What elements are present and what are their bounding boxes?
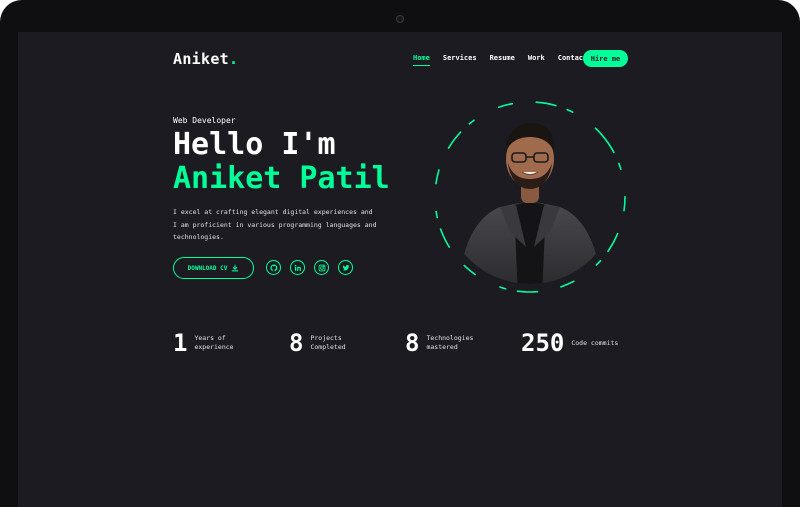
greeting-heading: Hello I'm: [173, 127, 336, 162]
hero-description: I excel at crafting elegant digital expe…: [173, 208, 377, 241]
webcam: [396, 15, 404, 23]
twitter-link[interactable]: [338, 260, 353, 275]
twitter-icon: [342, 264, 349, 271]
laptop-frame: Aniket. Home Services Resume Work Contac…: [0, 0, 800, 507]
instagram-icon: [318, 264, 325, 271]
stat-label: Code commits: [571, 338, 619, 347]
download-cv-label: DOWNLOAD CV: [187, 264, 228, 272]
github-link[interactable]: [266, 260, 281, 275]
profile-portrait-illustration: [434, 101, 626, 293]
linkedin-link[interactable]: [290, 260, 305, 275]
stat-label: Technologies mastered: [426, 334, 474, 351]
stat-projects: 8 Projects Completed: [289, 330, 362, 356]
stat-label: Projects Completed: [310, 334, 346, 351]
nav-services[interactable]: Services: [443, 54, 477, 66]
stat-experience: 1 Years of experience: [173, 330, 246, 356]
stat-number: 8: [289, 329, 304, 357]
github-icon: [269, 263, 277, 271]
role-label: Web Developer: [173, 116, 236, 125]
hire-me-button[interactable]: Hire me: [583, 50, 628, 67]
logo-text: Aniket: [173, 50, 229, 68]
stat-number: 8: [405, 329, 420, 357]
download-cv-button[interactable]: DOWNLOAD CV: [173, 257, 254, 279]
nav-resume[interactable]: Resume: [490, 54, 515, 66]
linkedin-icon: [294, 264, 301, 271]
stat-technologies: 8 Technologies mastered: [405, 330, 478, 356]
logo-dot: .: [229, 50, 239, 68]
download-icon: [232, 264, 239, 272]
nav-work[interactable]: Work: [528, 54, 545, 66]
stat-number: 250: [521, 329, 565, 357]
name-heading: Aniket Patil: [173, 161, 390, 196]
screen: Aniket. Home Services Resume Work Contac…: [18, 32, 782, 507]
main-nav: Home Services Resume Work Contact: [413, 54, 587, 66]
logo[interactable]: Aniket.: [173, 50, 238, 68]
nav-home[interactable]: Home: [413, 54, 430, 66]
stat-number: 1: [173, 329, 188, 357]
stat-label: Years of experience: [194, 334, 234, 351]
social-links: [266, 260, 353, 275]
instagram-link[interactable]: [314, 260, 329, 275]
stat-commits: 250 Code commits: [521, 330, 623, 356]
profile-photo: [430, 97, 630, 297]
